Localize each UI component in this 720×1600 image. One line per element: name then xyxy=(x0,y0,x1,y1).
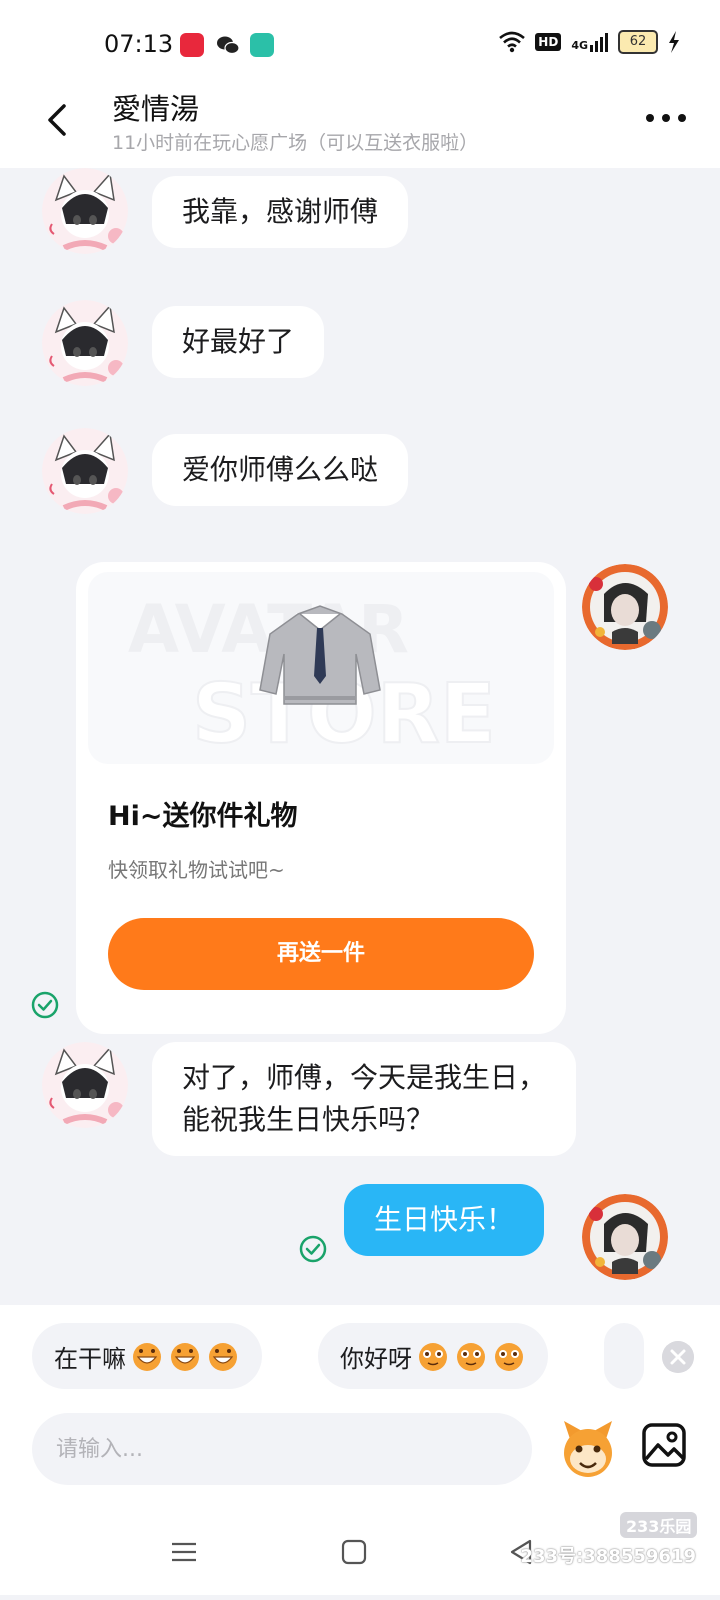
wechat-app-icon xyxy=(217,36,240,55)
contact-avatar[interactable] xyxy=(42,1042,128,1128)
wifi-icon xyxy=(499,31,526,53)
network-type: 4G xyxy=(571,38,588,52)
contact-status: 11小时前在玩心愿广场（可以互送衣服啦） xyxy=(112,132,479,154)
status-time: 07:13 xyxy=(104,30,174,58)
my-message-bubble[interactable]: 生日快乐！ xyxy=(344,1184,545,1256)
quick-reply-chip-partial[interactable] xyxy=(604,1323,644,1389)
gift-description: 快领取礼物试试吧~ xyxy=(108,858,285,882)
grin-emoji-icon xyxy=(133,1343,161,1371)
read-check-icon xyxy=(299,1235,327,1263)
recent-apps-icon[interactable] xyxy=(168,1536,200,1568)
grin-emoji-icon xyxy=(171,1343,199,1371)
message-bubble[interactable]: 对了，师傅，今天是我生日， 能祝我生日快乐吗？ xyxy=(152,1042,577,1156)
watermark-logo: 233乐园 xyxy=(620,1512,698,1538)
hd-icon: HD xyxy=(535,33,562,51)
read-check-icon xyxy=(31,991,59,1019)
chat-header: 愛情湯 11小时前在玩心愿广场（可以互送衣服啦） xyxy=(0,80,720,168)
more-options-icon[interactable] xyxy=(644,104,688,132)
my-avatar[interactable] xyxy=(582,1194,668,1280)
image-upload-icon[interactable] xyxy=(640,1421,688,1469)
contact-avatar[interactable] xyxy=(42,168,128,254)
gift-image: AVATAR STORE xyxy=(88,572,554,764)
xiaohongshu-app-icon xyxy=(180,33,204,57)
quick-reply-label: 你好呀 xyxy=(340,1344,412,1373)
back-arrow-icon[interactable] xyxy=(38,100,78,140)
gift-card[interactable]: AVATAR STORE Hi~送你件礼物 快领取礼物试试吧~ 再送一件 xyxy=(76,562,566,1034)
gift-title: Hi~送你件礼物 xyxy=(108,801,298,832)
message-input[interactable] xyxy=(32,1413,532,1485)
wave-emoji-icon xyxy=(457,1343,485,1371)
message-text: 爱你师傅么么哒 xyxy=(182,453,379,486)
message-bubble[interactable]: 好最好了 xyxy=(152,306,325,378)
wave-emoji-icon xyxy=(495,1343,523,1371)
home-icon[interactable] xyxy=(338,1536,370,1568)
contact-name: 愛情湯 xyxy=(112,92,200,126)
send-another-gift-button[interactable]: 再送一件 xyxy=(108,918,534,990)
message-text-line: 对了，师傅，今天是我生日， xyxy=(182,1061,547,1094)
emoji-picker-icon[interactable] xyxy=(556,1417,620,1481)
message-text: 我靠，感谢师傅 xyxy=(182,195,379,228)
cell-signal-icon: 4G xyxy=(571,32,608,52)
message-text-line: 能祝我生日快乐吗？ xyxy=(182,1103,435,1136)
message-bubble[interactable]: 我靠，感谢师傅 xyxy=(152,176,409,248)
grin-emoji-icon xyxy=(209,1343,237,1371)
quick-reply-chip[interactable]: 在干嘛 xyxy=(32,1323,262,1389)
battery-icon: 62 xyxy=(618,30,658,54)
app-notification-icon xyxy=(250,33,274,57)
chat-messages[interactable]: 我靠，感谢师傅 好最好了 爱你师傅么么哒 AVATAR STORE Hi~送你件… xyxy=(0,168,720,1305)
watermark-text: 233号:388559619 xyxy=(520,1546,697,1567)
quick-reply-chip[interactable]: 你好呀 xyxy=(318,1323,548,1389)
charging-icon xyxy=(669,31,679,53)
system-navigation-bar: 233乐园 233号:388559619 xyxy=(0,1500,720,1600)
my-avatar[interactable] xyxy=(582,564,668,650)
message-text: 好最好了 xyxy=(182,325,295,358)
quick-reply-label: 在干嘛 xyxy=(54,1344,126,1373)
status-bar: 07:13 HD 4G 62 xyxy=(0,0,720,80)
close-quick-replies-icon[interactable] xyxy=(662,1341,694,1373)
message-text: 生日快乐！ xyxy=(374,1203,515,1236)
message-bubble[interactable]: 爱你师傅么么哒 xyxy=(152,434,409,506)
wave-emoji-icon xyxy=(419,1343,447,1371)
contact-avatar[interactable] xyxy=(42,428,128,514)
contact-avatar[interactable] xyxy=(42,300,128,386)
